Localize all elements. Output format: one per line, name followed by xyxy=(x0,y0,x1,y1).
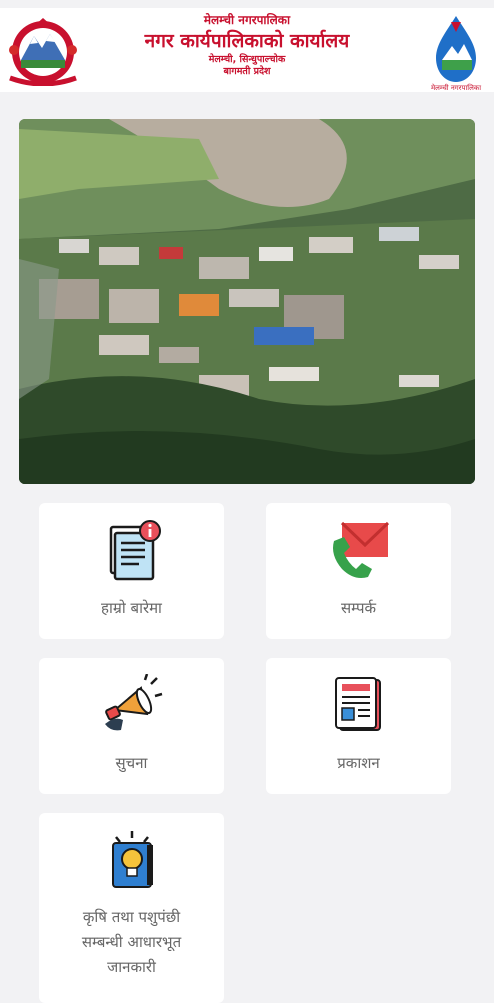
app-header: मेलम्ची नगरपालिका नगर कार्यपालिकाको कार्… xyxy=(0,8,494,92)
publication-label: प्रकाशन xyxy=(337,754,380,772)
logo-caption: मेलम्ची नगरपालिका xyxy=(431,83,481,92)
office-title: नगर कार्यपालिकाको कार्यालय xyxy=(144,30,350,52)
address-line: मेलम्ची, सिन्धुपाल्चोक xyxy=(208,54,286,65)
agriculture-card[interactable]: कृषि तथा पशुपंछी सम्बन्धी आधारभूत जानकार… xyxy=(39,813,224,1003)
contact-card[interactable]: सम्पर्क xyxy=(266,503,451,639)
nepal-emblem-icon xyxy=(9,18,77,86)
about-us-label: हाम्रो बारेमा xyxy=(101,599,162,617)
newspaper-icon xyxy=(335,677,381,731)
contact-label: सम्पर्क xyxy=(341,599,376,617)
megaphone-icon xyxy=(105,674,163,731)
notice-card[interactable]: सुचना xyxy=(39,658,224,794)
header-title-block: मेलम्ची नगरपालिका नगर कार्यपालिकाको कार्… xyxy=(90,12,404,78)
agriculture-label: कृषि तथा पशुपंछी सम्बन्धी आधारभूत जानकार… xyxy=(81,908,182,976)
municipality-name: मेलम्ची नगरपालिका xyxy=(203,13,291,27)
province-line: बागमती प्रदेश xyxy=(223,66,271,77)
phone-mail-icon xyxy=(333,521,390,578)
lightbulb-book-icon xyxy=(112,831,153,888)
publication-card[interactable]: प्रकाशन xyxy=(266,658,451,794)
about-us-card[interactable]: हाम्रो बारेमा xyxy=(39,503,224,639)
municipality-logo-icon: मेलम्ची नगरपालिका xyxy=(431,16,481,92)
about-document-icon xyxy=(109,520,161,581)
notice-label: सुचना xyxy=(115,754,148,772)
hero-image xyxy=(19,119,475,484)
